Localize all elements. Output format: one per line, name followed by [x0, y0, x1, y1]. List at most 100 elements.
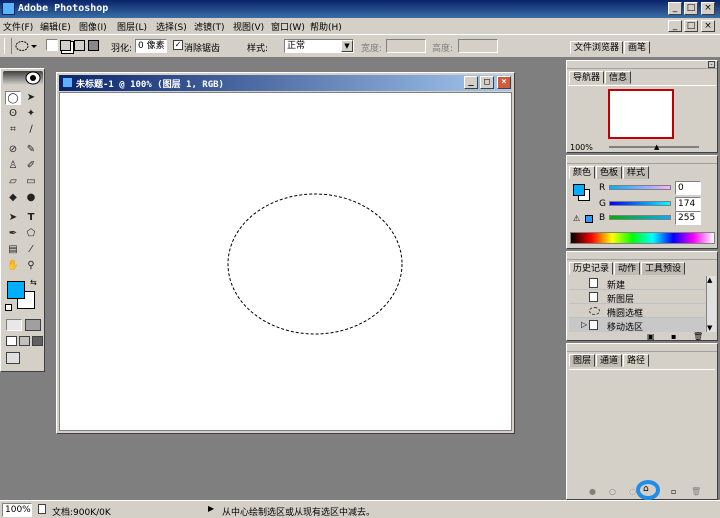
document-title-bar[interactable]: 未标题-1 @ 100% (图层 1, RGB) _ □ × [59, 75, 512, 91]
screen-mode-full-icon[interactable] [32, 336, 43, 346]
new-document-from-state-icon[interactable]: ▣ [647, 332, 655, 341]
lasso-tool-icon[interactable]: ʘ [5, 107, 21, 121]
crop-tool-icon[interactable]: ⌗ [5, 123, 21, 137]
doc-restore-button[interactable]: □ [684, 20, 698, 32]
doc-window-minimize-button[interactable]: _ [464, 76, 478, 89]
stroke-path-icon[interactable]: ○ [609, 487, 616, 496]
history-scrollbar[interactable]: ▲ ▼ [706, 276, 716, 332]
menu-file[interactable]: 文件(F) [3, 20, 33, 33]
scroll-down-icon[interactable]: ▼ [707, 324, 712, 332]
menu-window[interactable]: 窗口(W) [271, 20, 305, 33]
gamut-swatch[interactable] [585, 215, 593, 223]
feather-input[interactable]: 0 像素 [135, 39, 167, 53]
palette-header[interactable] [567, 156, 717, 164]
tab-layers[interactable]: 图层 [569, 354, 596, 367]
zoom-slider-thumb[interactable]: ▲ [654, 143, 659, 151]
subtract-from-selection-icon[interactable] [74, 40, 85, 51]
doc-window-close-button[interactable]: × [497, 76, 511, 89]
tab-history[interactable]: 历史记录 [569, 262, 614, 275]
foreground-color-swatch[interactable] [7, 281, 25, 299]
doc-close-button[interactable]: × [701, 20, 715, 32]
path-selection-tool-icon[interactable]: ➤ [5, 211, 21, 225]
intersect-selection-icon[interactable] [88, 40, 99, 51]
trash-icon[interactable]: 🗑 [693, 332, 703, 341]
palette-minimize-icon[interactable]: - [708, 61, 715, 68]
magic-wand-tool-icon[interactable]: ✦ [23, 107, 39, 121]
add-to-selection-icon[interactable] [60, 40, 71, 51]
r-slider[interactable] [609, 185, 671, 190]
move-tool-icon[interactable]: ➤ [23, 91, 39, 105]
menu-help[interactable]: 帮助(H) [310, 20, 342, 33]
history-brush-tool-icon[interactable]: ✐ [23, 159, 39, 173]
swap-colors-icon[interactable]: ⇆ [30, 278, 37, 287]
type-tool-icon[interactable]: T [23, 211, 39, 225]
standard-mode-icon[interactable] [6, 319, 22, 331]
brush-tool-icon[interactable]: ✎ [23, 143, 39, 157]
pen-tool-icon[interactable]: ✒ [5, 227, 21, 241]
navigator-zoom[interactable]: 100% [570, 143, 593, 152]
screen-mode-full-menu-icon[interactable] [19, 336, 30, 346]
scroll-up-icon[interactable]: ▲ [707, 276, 712, 284]
tool-preset-picker[interactable] [14, 39, 38, 53]
eyedropper-tool-icon[interactable]: ⁄ [23, 243, 39, 257]
menu-select[interactable]: 选择(S) [156, 20, 187, 33]
adobe-online-button[interactable] [3, 71, 43, 85]
zoom-field[interactable]: 100% [2, 503, 32, 517]
make-work-path-icon[interactable]: ⌂ [636, 480, 660, 500]
maximize-button[interactable]: □ [684, 2, 698, 15]
tab-swatches[interactable]: 色板 [596, 166, 623, 179]
healing-brush-tool-icon[interactable]: ⊘ [5, 143, 21, 157]
blur-tool-icon[interactable]: ◆ [5, 191, 21, 205]
b-input[interactable]: 255 [675, 211, 701, 225]
list-item[interactable]: 新建 [569, 276, 705, 291]
tab-paths[interactable]: 路径 [623, 354, 650, 367]
delete-path-icon[interactable]: 🗑 [691, 487, 701, 496]
quickmask-mode-icon[interactable] [25, 319, 41, 331]
color-ramp[interactable] [570, 232, 715, 244]
tab-file-browser[interactable]: 文件浏览器 [570, 41, 624, 54]
tab-brushes[interactable]: 画笔 [624, 41, 651, 54]
default-colors-icon[interactable] [5, 304, 12, 311]
fill-path-icon[interactable]: ● [589, 487, 596, 496]
g-slider[interactable] [609, 201, 671, 206]
b-slider[interactable] [609, 215, 671, 220]
style-select[interactable]: 正常 ▼ [284, 39, 354, 53]
doc-minimize-button[interactable]: _ [668, 20, 682, 32]
tab-info[interactable]: 信息 [605, 71, 632, 84]
minimize-button[interactable]: _ [668, 2, 682, 15]
dodge-tool-icon[interactable]: ● [23, 191, 39, 205]
list-item[interactable]: 新图层 [569, 290, 705, 305]
hand-tool-icon[interactable]: ✋ [5, 259, 21, 273]
menu-layer[interactable]: 图层(L) [117, 20, 147, 33]
new-path-icon[interactable]: ▫ [671, 487, 676, 496]
new-snapshot-icon[interactable]: ▪ [671, 332, 676, 341]
tab-tool-presets[interactable]: 工具预设 [641, 262, 686, 275]
color-fg-swatch[interactable] [573, 184, 585, 196]
tab-styles[interactable]: 样式 [623, 166, 650, 179]
tab-channels[interactable]: 通道 [596, 354, 623, 367]
close-button[interactable]: × [701, 2, 715, 15]
menu-image[interactable]: 图像(I) [79, 20, 107, 33]
list-item[interactable]: 椭圆选框 [569, 304, 705, 319]
tab-navigator[interactable]: 导航器 [569, 71, 605, 84]
navigator-thumbnail[interactable] [608, 89, 674, 139]
canvas[interactable] [59, 92, 512, 431]
imageready-jump-icon[interactable] [6, 352, 20, 364]
eraser-tool-icon[interactable]: ▱ [5, 175, 21, 189]
clone-stamp-tool-icon[interactable]: ♙ [5, 159, 21, 173]
out-of-gamut-warning-icon[interactable]: ⚠ [573, 214, 580, 223]
status-menu-arrow-icon[interactable]: ▶ [208, 504, 214, 513]
g-input[interactable]: 174 [675, 197, 701, 211]
palette-header[interactable] [567, 252, 717, 260]
slice-tool-icon[interactable]: ∕ [23, 123, 39, 137]
tab-color[interactable]: 颜色 [569, 166, 596, 179]
r-input[interactable]: 0 [675, 181, 701, 195]
tab-actions[interactable]: 动作 [614, 262, 641, 275]
antialias-checkbox[interactable]: ✓ [173, 40, 183, 50]
shape-tool-icon[interactable]: ⬠ [23, 227, 39, 241]
list-item[interactable]: ▷ 移动选区 [569, 318, 705, 333]
menu-filter[interactable]: 滤镜(T) [194, 20, 225, 33]
zoom-tool-icon[interactable]: ⚲ [23, 259, 39, 273]
palette-header[interactable]: - [567, 61, 717, 69]
gradient-tool-icon[interactable]: ▭ [23, 175, 39, 189]
